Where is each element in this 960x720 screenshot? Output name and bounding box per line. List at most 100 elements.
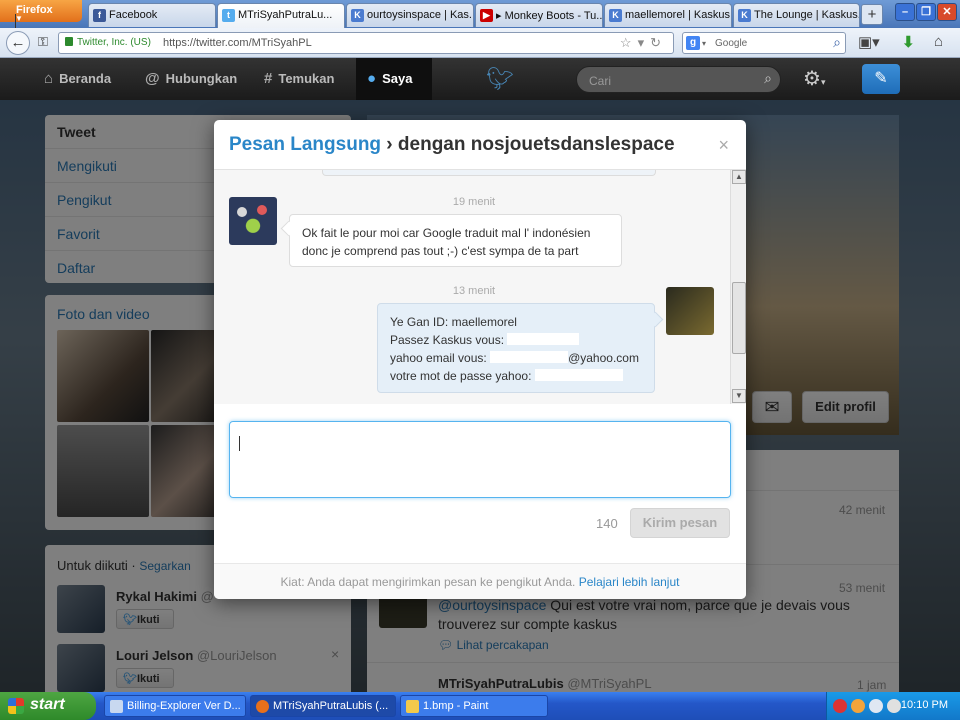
chevron-down-icon[interactable]: ▾ — [702, 39, 706, 48]
tab-label: ▸ Monkey Boots - Tu... — [496, 10, 603, 22]
learn-more-link[interactable]: Pelajari lebih lanjut — [579, 575, 680, 589]
app-icon — [110, 700, 123, 713]
nav-label: Temukan — [278, 71, 335, 86]
hash-icon: # — [264, 70, 273, 87]
nav-home[interactable]: ⌂ Beranda — [44, 70, 111, 87]
user-icon: ● — [367, 70, 377, 87]
direct-message-dialog: Pesan Langsung › dengan nosjouetsdansles… — [214, 120, 746, 599]
scroll-down-icon[interactable]: ▼ — [732, 389, 746, 403]
compose-icon: ✎ — [874, 70, 888, 87]
incoming-message: Ok fait le pour moi car Google traduit m… — [289, 214, 622, 267]
conversation-scrollbar[interactable]: ▲ ▼ — [730, 170, 746, 404]
tab-label: maellemorel | Kaskus... — [625, 9, 732, 21]
redacted-text — [534, 369, 623, 381]
twitter-search-input[interactable]: Cari ⌕ — [576, 66, 781, 93]
minimize-button[interactable]: – — [895, 3, 915, 21]
avatar[interactable] — [666, 287, 714, 335]
message-timestamp: 19 menit — [452, 196, 496, 208]
twitter-icon: t — [222, 9, 235, 22]
firefox-menu-button[interactable]: Firefox ▼ — [0, 0, 82, 29]
bookmark-star-icon[interactable]: ☆▾↻ — [620, 35, 667, 51]
redacted-text — [490, 351, 569, 363]
antivirus-icon[interactable] — [833, 699, 847, 713]
search-icon[interactable]: ⌕ — [764, 70, 772, 87]
firefox-icon — [256, 700, 269, 713]
tab-label: The Lounge | Kaskus... — [754, 9, 860, 21]
nav-me[interactable]: ● Saya — [367, 70, 412, 87]
search-icon[interactable]: ⌕ — [833, 34, 841, 51]
identity-label: Twitter, Inc. (US) — [77, 37, 151, 48]
bookmarks-icon[interactable]: ▣▾ — [858, 33, 880, 51]
new-tab-button[interactable]: + — [861, 4, 883, 25]
gear-icon[interactable]: ⚙▾ — [803, 66, 825, 91]
text-cursor — [239, 436, 240, 451]
outgoing-message: Ye Gan ID: maellemorel Passez Kaskus vou… — [377, 303, 655, 393]
scroll-thumb[interactable] — [732, 282, 746, 354]
tab-label: ourtoysinspace | Kas... — [367, 9, 474, 21]
taskbar-firefox[interactable]: MTriSyahPutraLubis (... — [250, 695, 396, 717]
tab-maellemorel[interactable]: K maellemorel | Kaskus... — [604, 3, 732, 27]
google-icon[interactable]: g — [686, 36, 700, 50]
back-button[interactable]: ← — [6, 31, 30, 55]
taskbar-billing-explorer[interactable]: Billing-Explorer Ver D... — [104, 695, 246, 717]
tab-label: Facebook — [109, 9, 158, 21]
tab-label: MTriSyahPutraLu... — [238, 9, 333, 21]
compose-tweet-button[interactable]: ✎ — [862, 64, 900, 94]
windows-taskbar: start Billing-Explorer Ver D... MTriSyah… — [0, 692, 960, 720]
tab-facebook[interactable]: f Facebook — [88, 3, 216, 27]
youtube-icon: ▶ — [480, 9, 493, 22]
nav-label: Hubungkan — [165, 71, 238, 86]
message-line: Ye Gan ID: maellemorel — [390, 315, 517, 329]
maximize-button[interactable]: ❐ — [916, 3, 936, 21]
close-window-button[interactable]: ✕ — [937, 3, 957, 21]
scroll-up-icon[interactable]: ▲ — [732, 170, 746, 184]
kaskus-icon: K — [351, 9, 364, 22]
tab-ourtoysinspace[interactable]: K ourtoysinspace | Kas... — [346, 3, 474, 27]
network-icon[interactable] — [869, 699, 883, 713]
lock-icon — [65, 37, 73, 46]
character-counter: 140 — [596, 516, 618, 531]
search-engine-placeholder: Google — [715, 38, 748, 49]
tab-twitter[interactable]: t MTriSyahPutraLu... — [217, 3, 345, 28]
conversation-thread[interactable]: 19 menit Ok fait le pour moi car Google … — [214, 170, 734, 404]
twitter-bird-icon[interactable]: 🐦︎ — [486, 66, 514, 92]
message-line: Ok fait le pour moi car Google traduit m… — [302, 226, 591, 240]
volume-icon[interactable] — [887, 699, 901, 713]
search-engine-bar[interactable]: g ▾ Google ⌕ — [682, 32, 846, 54]
dialog-title: Pesan Langsung › dengan nosjouetsdansles… — [229, 134, 675, 156]
nav-label: Saya — [382, 71, 413, 86]
start-button[interactable]: start — [0, 692, 96, 720]
previous-message — [322, 170, 656, 176]
key-icon[interactable]: ⚿ — [33, 31, 53, 55]
conversation-partner: › dengan nosjouetsdanslespace — [381, 134, 675, 155]
send-message-button[interactable]: Kirim pesan — [630, 508, 730, 538]
tab-monkey-boots[interactable]: ▶ ▸ Monkey Boots - Tu... — [475, 3, 603, 27]
direct-messages-link[interactable]: Pesan Langsung — [229, 134, 381, 155]
tab-the-lounge[interactable]: K The Lounge | Kaskus... — [733, 3, 860, 27]
nav-label: Beranda — [59, 71, 112, 86]
nav-discover[interactable]: # Temukan — [264, 70, 334, 87]
site-identity[interactable]: Twitter, Inc. (US) — [65, 37, 151, 48]
paint-icon — [406, 700, 419, 713]
at-icon: @ — [145, 70, 160, 87]
home-icon: ⌂ — [44, 70, 54, 87]
system-tray: 10:10 PM — [826, 692, 960, 720]
message-line: votre mot de passe yahoo: — [390, 367, 642, 385]
nav-connect[interactable]: @ Hubungkan — [145, 70, 237, 87]
kaskus-icon: K — [738, 9, 751, 22]
message-line: yahoo email vous: @yahoo.com — [390, 351, 639, 365]
kaskus-icon: K — [609, 9, 622, 22]
message-compose-textarea[interactable] — [229, 421, 731, 498]
url-text[interactable]: https://twitter.com/MTriSyahPL — [163, 37, 312, 49]
dialog-header: Pesan Langsung › dengan nosjouetsdansles… — [214, 120, 746, 170]
windows-logo-icon — [8, 698, 24, 714]
download-icon[interactable]: ⬇ — [902, 33, 915, 51]
tray-app-icon[interactable] — [851, 699, 865, 713]
facebook-icon: f — [93, 9, 106, 22]
avatar[interactable] — [229, 197, 277, 245]
clock: 10:10 PM — [900, 699, 948, 711]
home-icon[interactable]: ⌂ — [934, 33, 943, 50]
url-bar[interactable]: Twitter, Inc. (US) https://twitter.com/M… — [58, 32, 674, 54]
close-icon[interactable]: × — [718, 135, 729, 156]
taskbar-paint[interactable]: 1.bmp - Paint — [400, 695, 548, 717]
